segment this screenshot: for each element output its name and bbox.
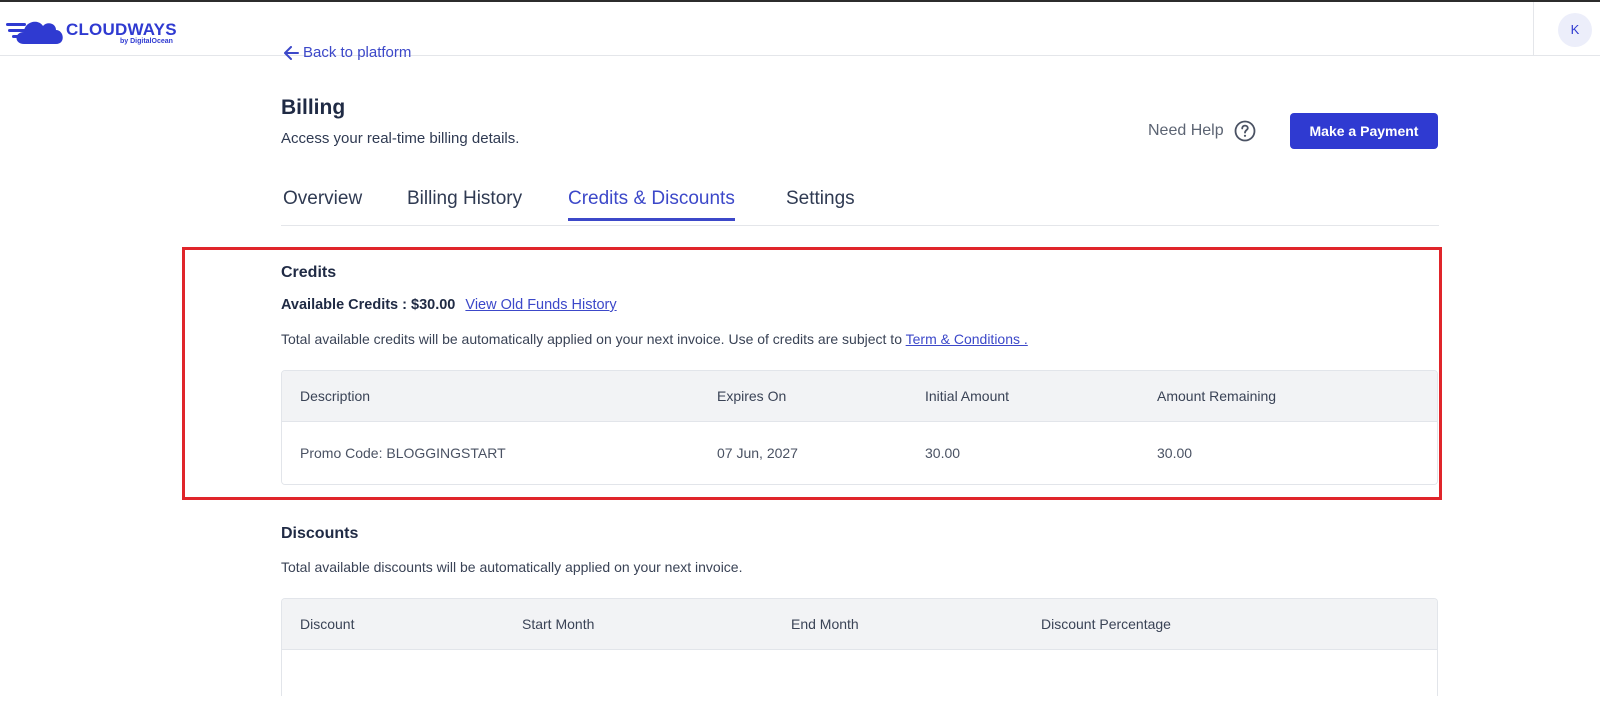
tab-billing-history[interactable]: Billing History (407, 188, 522, 220)
cloudways-logo-icon (6, 21, 63, 44)
back-to-platform-link[interactable]: Back to platform (283, 44, 411, 61)
column-header-initial-amount: Initial Amount (925, 388, 1010, 404)
credits-note: Total available credits will be automati… (281, 331, 1028, 347)
discounts-table: Discount Start Month End Month Discount … (281, 598, 1438, 696)
arrow-left-icon (284, 46, 299, 61)
user-avatar[interactable]: K (1558, 13, 1592, 47)
credits-title: Credits (281, 264, 337, 281)
terms-conditions-link[interactable]: Term & Conditions . (906, 331, 1028, 347)
need-help-link[interactable]: Need Help (1148, 120, 1256, 142)
back-link-label: Back to platform (303, 44, 412, 61)
cell-amount-remaining: 30.00 (1157, 445, 1193, 461)
page-subtitle: Access your real-time billing details. (281, 130, 520, 147)
column-header-amount-remaining: Amount Remaining (1157, 388, 1277, 404)
column-header-end-month: End Month (791, 616, 859, 632)
discounts-title: Discounts (281, 525, 359, 542)
tab-settings[interactable]: Settings (786, 188, 855, 220)
column-header-discount: Discount (300, 616, 355, 632)
credits-table: Description Expires On Initial Amount Am… (281, 370, 1438, 485)
credits-note-text: Total available credits will be automati… (281, 331, 902, 347)
credits-table-header: Description Expires On Initial Amount Am… (282, 371, 1437, 422)
available-credits: Available Credits : $30.00 View Old Fund… (281, 297, 617, 313)
table-row: Promo Code: BLOGGINGSTART 07 Jun, 2027 3… (282, 422, 1437, 484)
logo-text: CLOUDWAYS (66, 20, 177, 39)
available-credits-value: $30.00 (411, 297, 456, 313)
column-header-discount-percentage: Discount Percentage (1041, 616, 1171, 632)
discounts-note: Total available discounts will be automa… (281, 559, 743, 575)
column-header-start-month: Start Month (522, 616, 595, 632)
view-old-funds-history-link[interactable]: View Old Funds History (465, 297, 616, 313)
column-header-description: Description (300, 388, 371, 404)
help-circle-icon (1234, 120, 1256, 142)
discounts-table-header: Discount Start Month End Month Discount … (282, 599, 1437, 650)
make-payment-button[interactable]: Make a Payment (1290, 113, 1438, 149)
tab-overview[interactable]: Overview (283, 188, 362, 220)
billing-tabs: Overview Billing History Credits & Disco… (281, 180, 1439, 226)
page-title: Billing (281, 96, 346, 119)
need-help-label: Need Help (1148, 122, 1224, 139)
cell-initial-amount: 30.00 (925, 445, 961, 461)
top-header: CLOUDWAYS by DigitalOcean (0, 2, 1600, 56)
cell-expires-on: 07 Jun, 2027 (717, 445, 798, 461)
tab-credits-discounts[interactable]: Credits & Discounts (568, 188, 735, 221)
cell-description: Promo Code: BLOGGINGSTART (300, 445, 506, 461)
column-header-expires-on: Expires On (717, 388, 787, 404)
logo-subtext: by DigitalOcean (120, 38, 173, 45)
available-credits-label: Available Credits : (281, 297, 407, 313)
